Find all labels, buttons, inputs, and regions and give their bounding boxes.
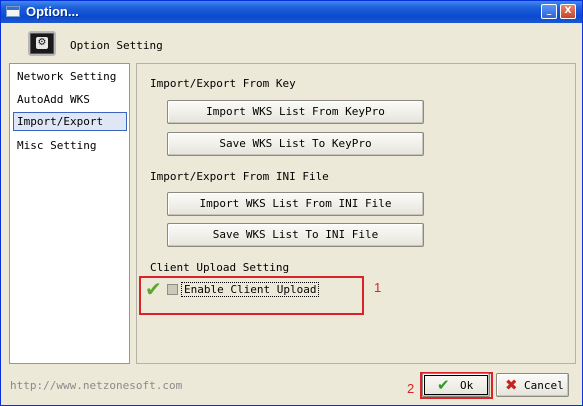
annotation-label-2: 2: [407, 381, 415, 396]
cancel-label: Cancel: [524, 379, 564, 392]
sidebar-item-autoadd-wks[interactable]: AutoAdd WKS: [13, 90, 127, 109]
import-export-panel: Import/Export From Key Import WKS List F…: [136, 63, 576, 364]
sidebar-item-import-export[interactable]: Import/Export: [13, 112, 127, 131]
minimize-button[interactable]: _: [541, 4, 557, 19]
header-title: Option Setting: [70, 39, 163, 52]
key-section-title: Import/Export From Key: [150, 77, 296, 90]
title-bar[interactable]: Option... _ X: [1, 1, 582, 23]
window-title: Option...: [26, 4, 79, 19]
cancel-button[interactable]: ✖ Cancel: [496, 373, 569, 397]
gear-icon: ⚙: [28, 31, 56, 56]
check-icon: ✔: [437, 376, 450, 394]
client-section-title: Client Upload Setting: [150, 261, 290, 274]
sidebar-item-network-setting[interactable]: Network Setting: [13, 67, 127, 86]
import-from-keypro-button[interactable]: Import WKS List From KeyPro: [167, 100, 424, 124]
save-to-ini-button[interactable]: Save WKS List To INI File: [167, 223, 424, 247]
sidebar-item-misc-setting[interactable]: Misc Setting: [13, 136, 127, 155]
ini-section-title: Import/Export From INI File: [150, 170, 329, 183]
window-icon: [6, 6, 20, 17]
option-dialog: Option... _ X ⚙ Option Setting Network S…: [0, 0, 583, 406]
save-to-keypro-button[interactable]: Save WKS List To KeyPro: [167, 132, 424, 156]
close-button[interactable]: X: [560, 4, 576, 19]
annotation-label-1: 1: [374, 280, 382, 295]
annotation-box-1: [139, 276, 364, 315]
ok-label: Ok: [460, 379, 474, 392]
sidebar: Network Setting AutoAdd WKS Import/Expor…: [9, 63, 130, 364]
close-icon: ✖: [505, 376, 518, 394]
import-from-ini-button[interactable]: Import WKS List From INI File: [167, 192, 424, 216]
website-url[interactable]: http://www.netzonesoft.com: [10, 379, 182, 392]
ok-button[interactable]: ✔ Ok: [422, 373, 490, 397]
